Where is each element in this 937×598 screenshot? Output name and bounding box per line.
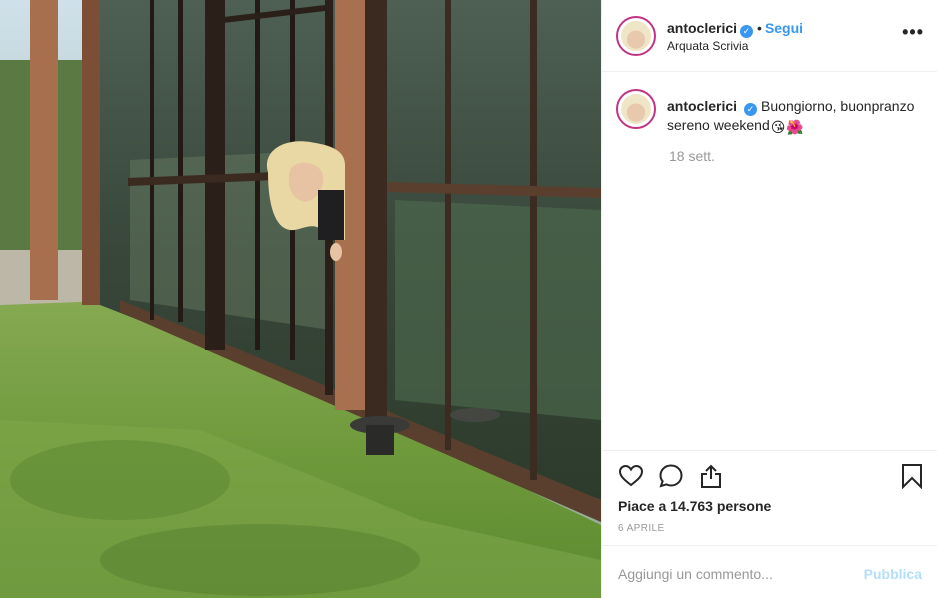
heart-icon[interactable]: [618, 463, 644, 489]
caption-avatar[interactable]: [616, 89, 656, 129]
caption-time[interactable]: 18 sett.: [669, 148, 715, 164]
kiss-emoji: 😘: [770, 119, 786, 135]
post-side-panel: antoclerici ✓ • Segui Arquata Scrivia ••• a…: [601, 0, 937, 598]
post-header: antoclerici ✓ • Segui Arquata Scrivia •••: [602, 0, 937, 72]
comment-icon[interactable]: [658, 463, 684, 489]
caption-username-link[interactable]: antoclerici: [667, 98, 737, 114]
likes-count[interactable]: Piace a 14.763 persone: [618, 498, 771, 514]
add-comment-bar: Pubblica: [602, 545, 937, 598]
follow-button[interactable]: Segui: [765, 20, 803, 36]
garden-greenhouse-photo: [0, 0, 601, 598]
avatar[interactable]: [616, 16, 656, 56]
flower-emoji: 🌺: [786, 119, 804, 135]
more-options-icon[interactable]: •••: [902, 22, 924, 43]
verified-badge-icon: ✓: [740, 25, 754, 38]
separator-dot: •: [757, 20, 762, 36]
comments-section: antoclerici ✓ Buongiorno, buonpranzo seren…: [602, 73, 937, 449]
share-icon[interactable]: [698, 463, 724, 489]
comment-input[interactable]: [618, 564, 858, 584]
publish-button[interactable]: Pubblica: [864, 566, 922, 582]
post-photo[interactable]: [0, 0, 601, 598]
post-actions: Piace a 14.763 persone 6 APRILE: [602, 450, 937, 544]
header-user-line: antoclerici ✓ • Segui: [667, 20, 803, 38]
verified-badge-icon: ✓: [744, 103, 758, 116]
bookmark-icon[interactable]: [899, 463, 925, 489]
location-link[interactable]: Arquata Scrivia: [667, 39, 748, 53]
post-date: 6 APRILE: [618, 523, 665, 534]
username-link[interactable]: antoclerici: [667, 20, 737, 36]
caption: antoclerici ✓ Buongiorno, buonpranzo seren…: [667, 97, 922, 137]
